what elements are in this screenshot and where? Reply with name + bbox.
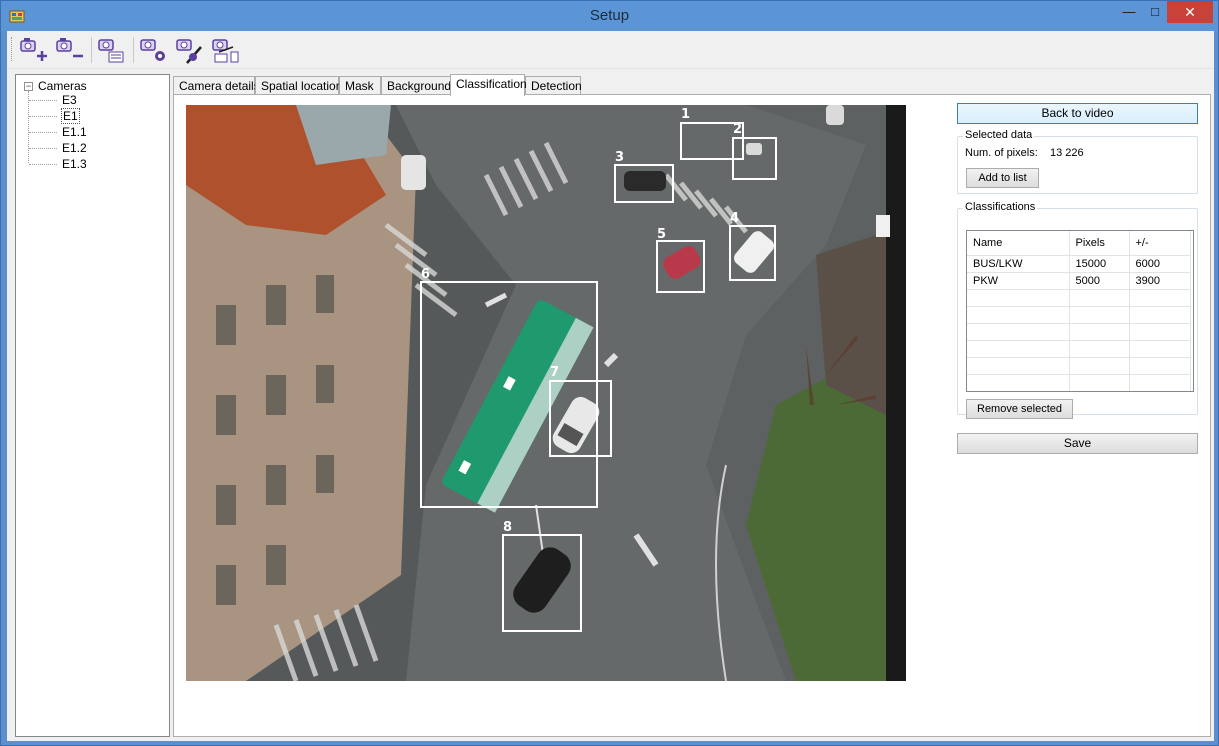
camera-export-icon[interactable] <box>209 35 241 65</box>
setup-window: Setup — □ ✕ − Cameras E3 E1 E1.1 E1.2 E1… <box>0 0 1219 746</box>
cell-name: PKW <box>967 272 1070 290</box>
table-row[interactable]: PKW 5000 3900 <box>967 272 1191 290</box>
tree-item-e1-3[interactable]: E1.3 <box>29 156 88 172</box>
classifications-group: Classifications Name Pixels +/- BUS/LKW … <box>957 201 1198 419</box>
back-to-video-button[interactable]: Back to video <box>957 103 1198 124</box>
add-camera-icon[interactable] <box>17 35 49 65</box>
detection-label: 4 <box>730 211 740 226</box>
tree-root-label: Cameras <box>38 79 87 93</box>
toolbar-separator <box>91 37 92 63</box>
selected-data-title: Selected data <box>963 129 1035 141</box>
tree-item-e1[interactable]: E1 <box>29 108 80 124</box>
tree-item-e1-2[interactable]: E1.2 <box>29 140 88 156</box>
detection-box-3[interactable] <box>614 164 674 203</box>
collapse-icon[interactable]: − <box>24 81 33 91</box>
title-bar[interactable]: Setup — □ ✕ <box>1 1 1218 31</box>
classifications-title: Classifications <box>963 201 1038 213</box>
classification-panel: 1 2 3 4 5 6 7 8 Back to video Selected d… <box>173 94 1211 737</box>
detection-label: 1 <box>681 107 691 122</box>
detection-box-2[interactable] <box>732 137 777 180</box>
camera-tree[interactable]: − Cameras E3 E1 E1.1 E1.2 E1.3 <box>15 74 170 737</box>
col-pixels-header[interactable]: Pixels <box>1069 231 1130 256</box>
window-title: Setup <box>589 7 630 24</box>
cell-pixels: 15000 <box>1069 255 1130 273</box>
toolbar-grip[interactable] <box>11 37 14 61</box>
selected-data-group: Selected data Num. of pixels: 13 226 Add… <box>957 129 1198 194</box>
maximize-button[interactable]: □ <box>1142 1 1168 23</box>
col-tolerance-header[interactable]: +/- <box>1129 231 1191 256</box>
toolbar-separator <box>133 37 134 63</box>
remove-selected-button[interactable]: Remove selected <box>966 399 1073 419</box>
remove-camera-icon[interactable] <box>53 35 85 65</box>
tab-detection[interactable]: Detection <box>525 76 582 95</box>
tree-item-label: E1.2 <box>62 141 87 155</box>
tree-item-label: E1.3 <box>62 157 87 171</box>
cell-tolerance: 6000 <box>1129 255 1191 273</box>
detection-label: 7 <box>550 365 560 380</box>
tab-background[interactable]: Background <box>381 76 451 95</box>
table-row[interactable]: BUS/LKW 15000 6000 <box>967 255 1191 273</box>
num-pixels-label: Num. of pixels: <box>965 147 1038 159</box>
classifications-grid[interactable]: Name Pixels +/- BUS/LKW 15000 6000 PKW 5… <box>966 230 1194 392</box>
tree-item-e3[interactable]: E3 <box>29 92 78 108</box>
toolbar <box>7 31 1214 69</box>
detection-label: 8 <box>503 520 513 535</box>
camera-list-icon[interactable] <box>95 35 127 65</box>
tree-item-label: E1.1 <box>62 125 87 139</box>
video-frame[interactable]: 1 2 3 4 5 6 7 8 <box>186 105 906 681</box>
detection-label: 2 <box>733 122 743 137</box>
cell-pixels: 5000 <box>1069 272 1130 290</box>
empty-row <box>967 306 1191 324</box>
detection-box-8[interactable] <box>502 534 582 632</box>
camera-paint-icon[interactable] <box>173 35 205 65</box>
close-button[interactable]: ✕ <box>1167 1 1213 23</box>
empty-row <box>967 323 1191 341</box>
empty-row <box>967 289 1191 307</box>
num-pixels-value: 13 226 <box>1050 147 1084 159</box>
cell-tolerance: 3900 <box>1129 272 1191 290</box>
empty-row <box>967 340 1191 358</box>
detection-label: 6 <box>421 267 431 282</box>
detection-label: 5 <box>657 227 667 242</box>
camera-settings-icon[interactable] <box>137 35 169 65</box>
tree-root-cameras[interactable]: − Cameras <box>24 79 87 93</box>
detection-box-4[interactable] <box>729 225 776 281</box>
grid-header: Name Pixels +/- <box>967 231 1191 256</box>
empty-row <box>967 374 1191 391</box>
detection-label: 3 <box>615 150 625 165</box>
empty-row <box>967 357 1191 375</box>
add-to-list-button[interactable]: Add to list <box>966 168 1039 188</box>
tree-item-e1-1[interactable]: E1.1 <box>29 124 88 140</box>
tree-item-label: E3 <box>62 93 77 107</box>
cell-name: BUS/LKW <box>967 255 1070 273</box>
save-button[interactable]: Save <box>957 433 1198 454</box>
tab-mask[interactable]: Mask <box>339 76 381 95</box>
detection-box-5[interactable] <box>656 240 705 293</box>
tab-spatial-location[interactable]: Spatial location <box>255 76 342 95</box>
minimize-button[interactable]: — <box>1116 1 1142 23</box>
tab-camera-details[interactable]: Camera details <box>173 76 260 95</box>
client-area: − Cameras E3 E1 E1.1 E1.2 E1.3 Camera de… <box>7 31 1214 741</box>
tree-item-label: E1 <box>61 108 80 124</box>
detection-box-7[interactable] <box>549 380 612 457</box>
side-panel: Back to video Selected data Num. of pixe… <box>957 95 1207 735</box>
tab-classification[interactable]: Classification <box>450 74 527 96</box>
col-name-header[interactable]: Name <box>967 231 1070 256</box>
